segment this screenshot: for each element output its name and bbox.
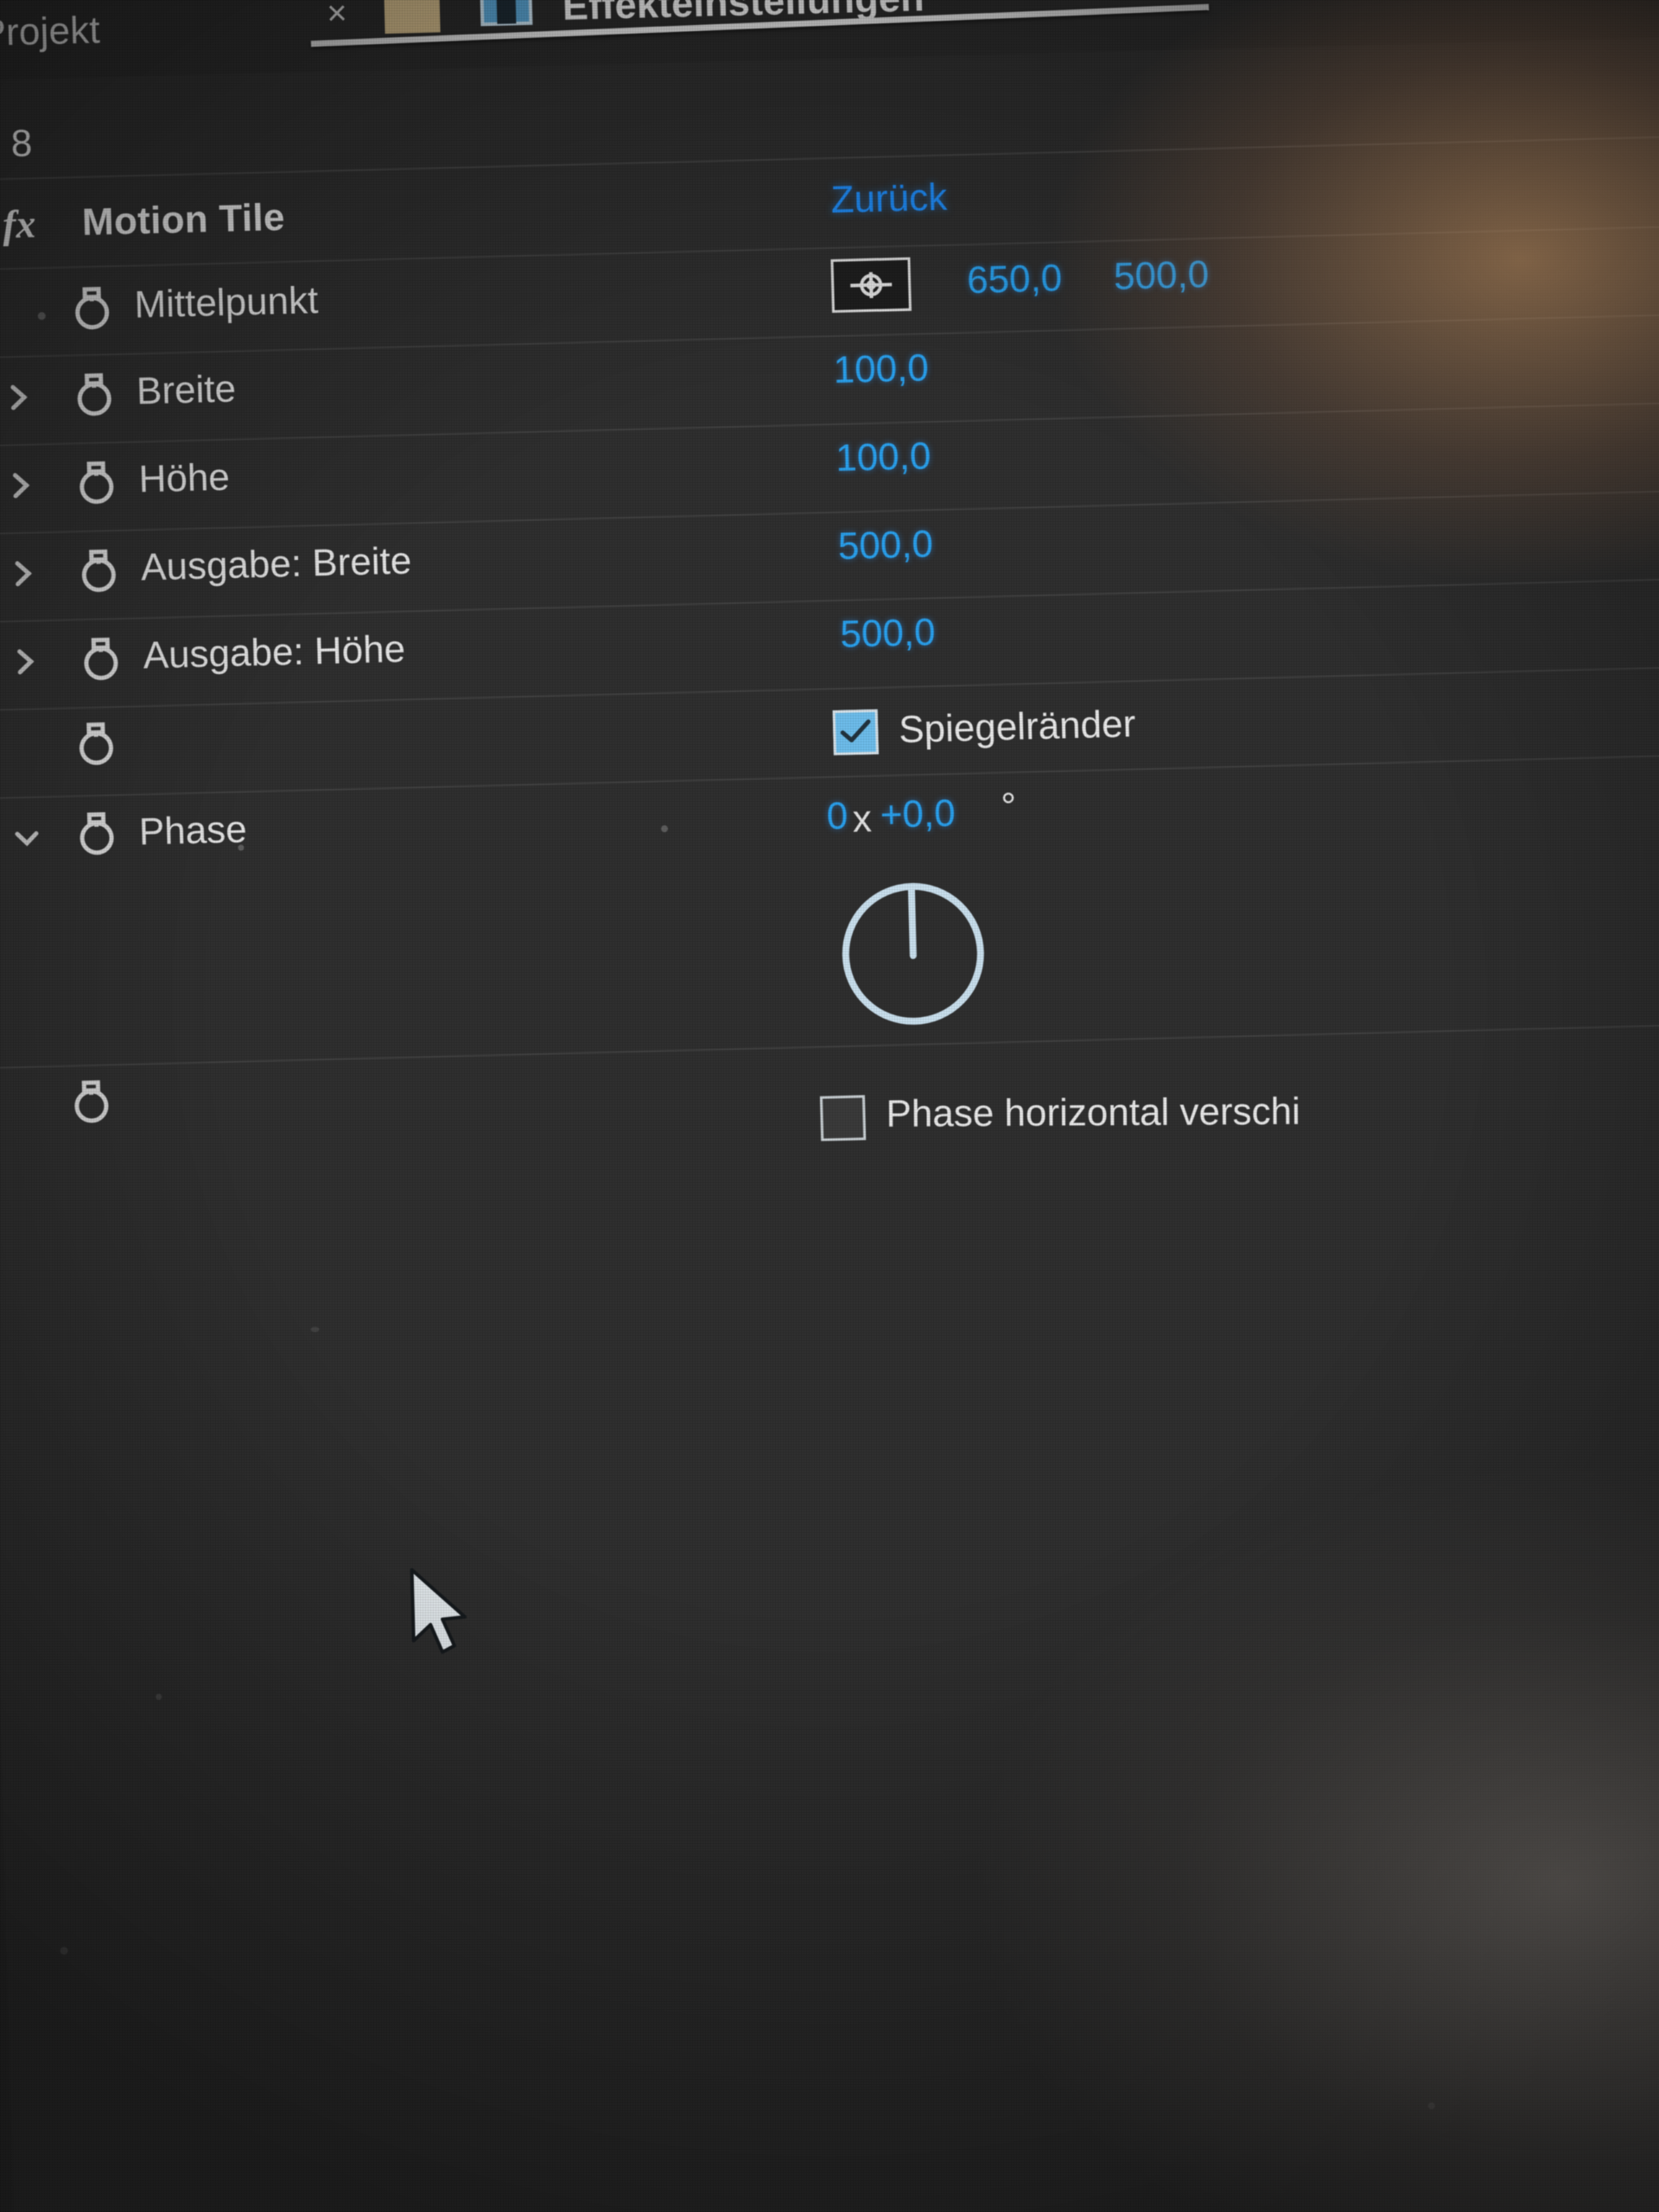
tab-projekt-label: Projekt	[0, 9, 101, 54]
label-color-swatch[interactable]	[383, 0, 441, 35]
fx-icon: fx	[2, 201, 37, 247]
property-value-x[interactable]: 650,0	[966, 257, 1062, 302]
dust-speck	[60, 1947, 68, 1955]
checkbox-label: Spiegelränder	[898, 702, 1136, 752]
comp-header-label: 8	[10, 122, 33, 166]
degree-symbol-icon: °	[1000, 785, 1017, 829]
checkbox-label: Phase horizontal verschi	[886, 1090, 1300, 1135]
stopwatch-icon[interactable]	[73, 716, 120, 767]
panel-extra-icon[interactable]: •	[1071, 0, 1086, 3]
property-label: Höhe	[137, 455, 231, 501]
photographed-screen: Projekt × Effekteinstellungen • ≡ 8	[0, 0, 1659, 2212]
chevron-right-icon[interactable]	[3, 379, 39, 415]
close-icon[interactable]: ×	[316, 0, 357, 34]
after-effects-window: Projekt × Effekteinstellungen • ≡ 8	[0, 0, 1659, 2212]
property-value-y[interactable]: 500,0	[1113, 253, 1209, 299]
point-picker-button[interactable]	[830, 257, 912, 314]
row-divider	[0, 1023, 1659, 1070]
stopwatch-icon[interactable]	[70, 367, 118, 418]
property-label: Phase	[138, 808, 248, 854]
stopwatch-icon[interactable]	[74, 543, 122, 594]
stopwatch-icon[interactable]	[77, 632, 124, 683]
property-label: Ausgabe: Breite	[140, 539, 412, 589]
dust-speck	[156, 1694, 162, 1700]
property-label: Breite	[136, 367, 237, 413]
mouse-cursor	[403, 1563, 483, 1669]
dust-speck	[1427, 2102, 1435, 2110]
angle-dial-control[interactable]	[833, 871, 992, 1030]
property-label: Ausgabe: Höhe	[143, 627, 406, 677]
panel-tab-bar: Projekt × Effekteinstellungen • ≡	[0, 0, 1659, 81]
chevron-right-icon[interactable]	[8, 556, 43, 591]
stopwatch-icon[interactable]	[68, 281, 116, 332]
rotation-unit-label: x	[852, 798, 873, 841]
checkbox-spiegelraender[interactable]	[832, 709, 879, 756]
property-label: Mittelpunkt	[133, 279, 319, 327]
property-value[interactable]: 500,0	[840, 611, 936, 657]
chevron-down-icon[interactable]	[10, 820, 45, 855]
reset-link[interactable]: Zurück	[830, 176, 948, 222]
property-value-degrees[interactable]: +0,0	[880, 792, 956, 837]
stopwatch-icon[interactable]	[73, 806, 120, 857]
effect-controls-icon	[479, 0, 533, 28]
checkbox-phase-horizontal[interactable]	[819, 1095, 867, 1141]
effect-name: Motion Tile	[81, 196, 286, 244]
chevron-right-icon[interactable]	[5, 467, 41, 503]
stopwatch-icon[interactable]	[67, 1074, 115, 1125]
chevron-right-icon[interactable]	[10, 644, 45, 679]
stopwatch-icon[interactable]	[73, 455, 120, 506]
property-value-unit: x	[852, 798, 872, 842]
dust-speck	[310, 1326, 320, 1332]
tab-projekt[interactable]: Projekt	[0, 0, 101, 80]
property-value[interactable]: 500,0	[837, 523, 933, 569]
property-value-rev[interactable]: 0	[826, 795, 849, 839]
property-value[interactable]: 100,0	[833, 346, 929, 392]
property-value[interactable]: 100,0	[836, 435, 931, 480]
property-row-phase-horizontal[interactable]: Phase horizontal verschi	[0, 1023, 1659, 1154]
